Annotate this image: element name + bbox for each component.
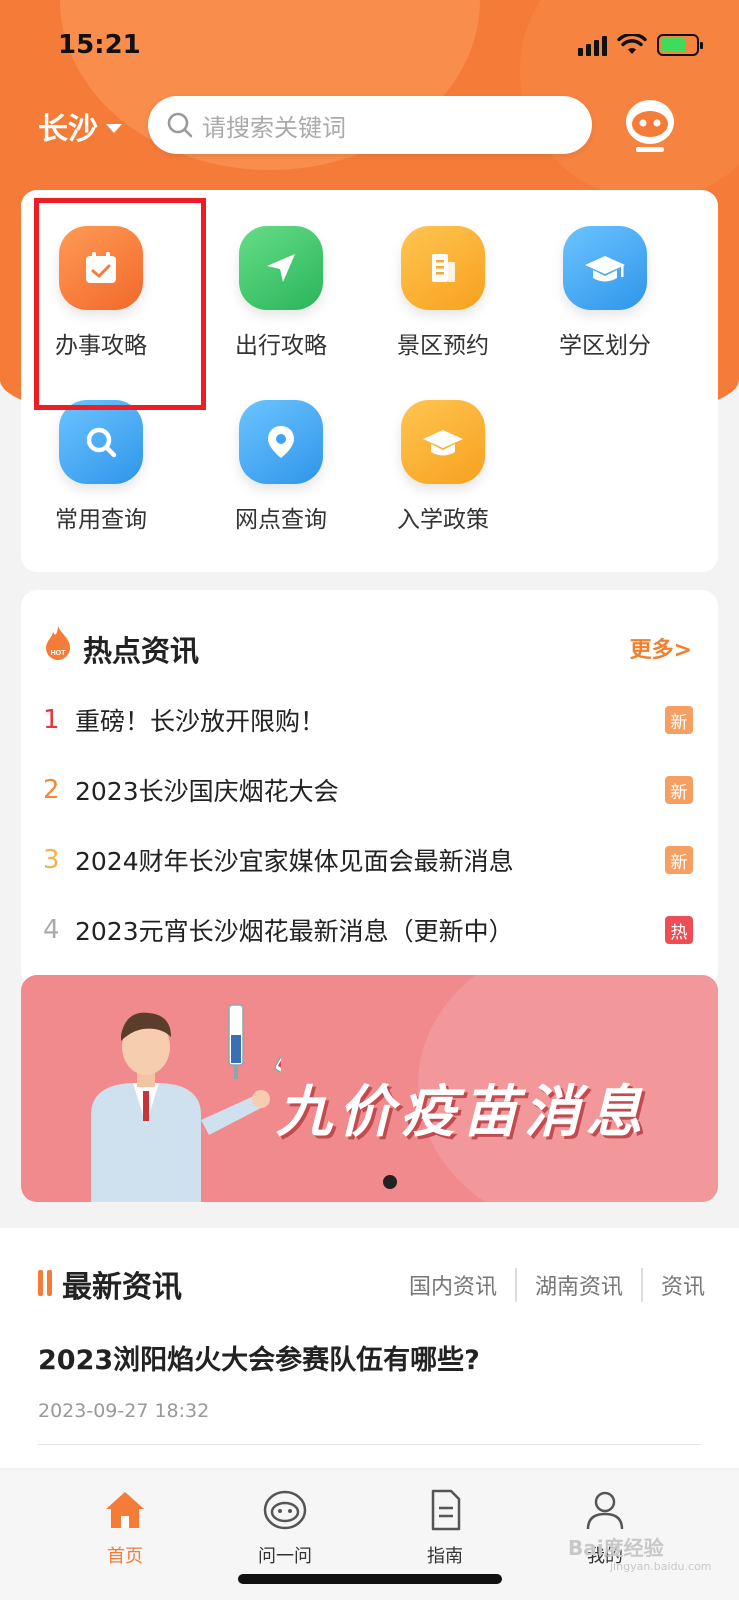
tab-hunan-news[interactable]: 湖南资讯 bbox=[535, 1269, 623, 1301]
signal-icon bbox=[578, 34, 607, 56]
robot-icon bbox=[263, 1490, 307, 1530]
service-common-query[interactable]: 常用查询 bbox=[21, 400, 181, 534]
city-selector[interactable]: 长沙 bbox=[38, 104, 122, 148]
new-badge: 新 bbox=[665, 706, 693, 734]
section-marker bbox=[38, 1270, 52, 1296]
service-school-district[interactable]: 学区划分 bbox=[525, 226, 685, 360]
watermark: Bai度经验 bbox=[568, 1536, 664, 1560]
search-icon bbox=[167, 112, 193, 138]
search-icon bbox=[59, 400, 143, 484]
carousel-indicator bbox=[383, 1175, 397, 1189]
tab-divider bbox=[640, 1268, 643, 1302]
tab-ask[interactable]: 问一问 bbox=[230, 1488, 340, 1568]
article-title[interactable]: 2023浏阳焰火大会参赛队伍有哪些? bbox=[38, 1338, 480, 1377]
home-indicator[interactable] bbox=[238, 1574, 502, 1584]
rank-number: 3 bbox=[43, 845, 60, 875]
vaccine-banner[interactable]: 九价疫苗消息 bbox=[21, 975, 718, 1202]
hot-news-title: 热点资讯 bbox=[83, 634, 200, 668]
latest-news-section: 最新资讯 国内资讯 湖南资讯 资讯 2023浏阳焰火大会参赛队伍有哪些? 202… bbox=[0, 1228, 739, 1468]
hot-news-item[interactable]: 1 重磅！长沙放开限购！ 新 bbox=[43, 702, 693, 738]
home-icon bbox=[106, 1492, 144, 1528]
news-title: 2023长沙国庆烟花大会 bbox=[75, 777, 339, 806]
latest-news-title: 最新资讯 bbox=[62, 1270, 182, 1305]
document-icon bbox=[431, 1489, 461, 1531]
banner-title: 九价疫苗消息 bbox=[276, 1080, 648, 1145]
highlight-annotation bbox=[34, 198, 206, 410]
tab-guide[interactable]: 指南 bbox=[390, 1488, 500, 1568]
tab-label: 首页 bbox=[107, 1546, 143, 1567]
tab-label: 问一问 bbox=[258, 1546, 312, 1567]
document-icon bbox=[401, 226, 485, 310]
status-time: 15:21 bbox=[58, 30, 141, 60]
tab-label: 指南 bbox=[427, 1546, 463, 1567]
tab-news[interactable]: 资讯 bbox=[661, 1269, 705, 1301]
news-title: 2023元宵长沙烟花最新消息（更新中） bbox=[75, 917, 514, 946]
user-icon bbox=[586, 1491, 624, 1530]
location-pin-icon bbox=[239, 400, 323, 484]
service-scenic-booking[interactable]: 景区预约 bbox=[363, 226, 523, 360]
wifi-icon bbox=[617, 34, 647, 54]
news-title: 重磅！长沙放开限购！ bbox=[75, 707, 326, 736]
svg-text:HOT: HOT bbox=[51, 650, 67, 657]
service-label: 学区划分 bbox=[559, 333, 651, 359]
rank-number: 1 bbox=[43, 705, 60, 735]
navigation-arrow-icon bbox=[239, 226, 323, 310]
hot-flame-icon: HOT bbox=[46, 626, 70, 660]
rank-number: 2 bbox=[43, 775, 60, 805]
doctor-illustration bbox=[91, 1004, 281, 1202]
graduation-cap-icon bbox=[401, 400, 485, 484]
hot-news-panel: HOT 热点资讯 更多> 1 重磅！长沙放开限购！ 新 2 2023长沙国庆烟花… bbox=[21, 590, 718, 987]
hot-news-item[interactable]: 3 2024财年长沙宜家媒体见面会最新消息 新 bbox=[43, 842, 693, 878]
service-label: 网点查询 bbox=[235, 507, 327, 533]
tab-divider bbox=[514, 1268, 517, 1302]
news-title: 2024财年长沙宜家媒体见面会最新消息 bbox=[75, 847, 514, 876]
hot-news-item[interactable]: 4 2023元宵长沙烟花最新消息（更新中） 热 bbox=[43, 912, 693, 948]
hot-news-item[interactable]: 2 2023长沙国庆烟花大会 新 bbox=[43, 772, 693, 808]
chevron-down-icon bbox=[106, 123, 122, 133]
new-badge: 新 bbox=[665, 776, 693, 804]
service-outlet-query[interactable]: 网点查询 bbox=[201, 400, 361, 534]
rank-number: 4 bbox=[43, 915, 60, 945]
city-label: 长沙 bbox=[38, 112, 98, 147]
divider bbox=[38, 1444, 701, 1445]
search-input[interactable]: 请搜索关键词 bbox=[148, 96, 592, 154]
service-travel-guide[interactable]: 出行攻略 bbox=[201, 226, 361, 360]
service-label: 出行攻略 bbox=[235, 333, 327, 359]
new-badge: 新 bbox=[665, 846, 693, 874]
service-admission-policy[interactable]: 入学政策 bbox=[363, 400, 523, 534]
graduation-cap-icon bbox=[563, 226, 647, 310]
article-timestamp: 2023-09-27 18:32 bbox=[38, 1400, 210, 1422]
tab-domestic-news[interactable]: 国内资讯 bbox=[409, 1269, 497, 1301]
latest-news-tabs: 国内资讯 湖南资讯 资讯 bbox=[409, 1268, 705, 1302]
service-label: 常用查询 bbox=[55, 507, 147, 533]
search-placeholder: 请搜索关键词 bbox=[202, 113, 346, 142]
more-link[interactable]: 更多> bbox=[630, 632, 692, 664]
status-icons bbox=[578, 34, 703, 56]
battery-icon bbox=[657, 34, 703, 56]
service-label: 入学政策 bbox=[397, 507, 489, 533]
watermark-url: jingyan.baidu.com bbox=[610, 1560, 712, 1573]
robot-icon[interactable] bbox=[620, 94, 680, 154]
tab-home[interactable]: 首页 bbox=[70, 1488, 180, 1568]
service-label: 景区预约 bbox=[397, 333, 489, 359]
hot-badge: 热 bbox=[665, 916, 693, 944]
